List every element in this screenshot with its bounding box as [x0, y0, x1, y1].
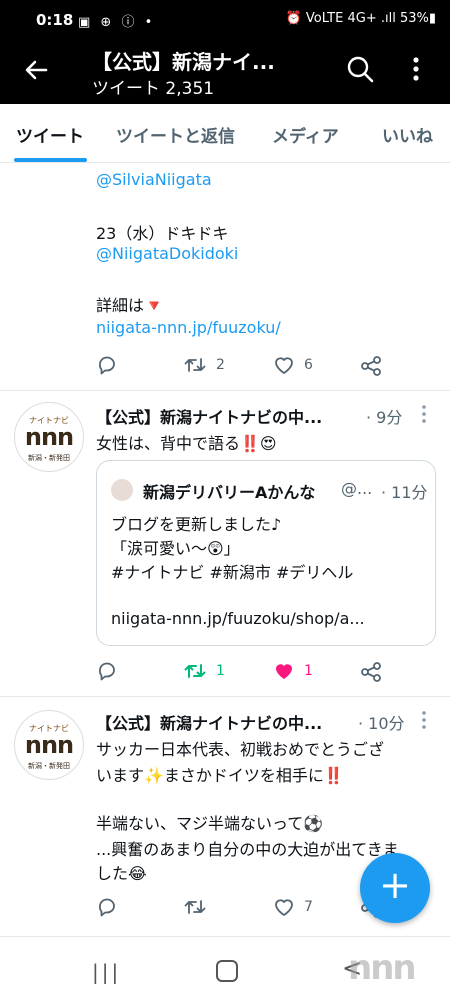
- divider: [0, 696, 450, 697]
- more-options-icon[interactable]: [406, 54, 426, 84]
- quoted-avatar: [111, 479, 133, 501]
- compose-tweet-button[interactable]: +: [360, 853, 430, 923]
- share-icon[interactable]: [360, 355, 382, 381]
- tweet-text: した😂: [96, 864, 147, 883]
- tweet-time: · 9分: [366, 408, 403, 427]
- back-arrow-icon[interactable]: [22, 56, 50, 91]
- quoted-text: ブログを更新しました♪: [111, 515, 282, 534]
- quoted-text: #ナイトナビ #新潟市 #デリヘル: [111, 563, 354, 582]
- watermark-logo: nnn: [348, 948, 417, 988]
- quoted-author: 新潟デリバリーAかんな: [143, 483, 316, 502]
- tab-tweets-and-replies[interactable]: ツイートと返信: [116, 122, 235, 147]
- tab-likes[interactable]: いいね: [382, 122, 433, 147]
- plus-icon: +: [379, 863, 411, 907]
- tweet-text: サッカー日本代表、初戦おめでとうござ: [96, 740, 385, 759]
- avatar[interactable]: ナイトナビ nnn 新潟・新発田: [14, 402, 84, 472]
- tweet-text: ...興奮のあまり自分の中の大迫が出てきま: [96, 840, 399, 859]
- quoted-handle: @...: [341, 479, 373, 498]
- retweet-icon[interactable]: [184, 661, 206, 685]
- reply-icon[interactable]: [97, 897, 117, 921]
- reply-icon[interactable]: [97, 355, 117, 379]
- mention-link[interactable]: @SilviaNiigata: [96, 170, 212, 189]
- like-count: 1: [304, 663, 313, 679]
- share-icon[interactable]: [360, 661, 382, 687]
- tweet-text: 半端ない、マジ半端ないって⚽: [96, 814, 324, 833]
- tweet-more-icon[interactable]: [420, 404, 428, 428]
- quoted-text: 「涙可愛い〜😲」: [111, 539, 240, 558]
- tweet-text: 詳細は🔻: [96, 296, 164, 315]
- url-link[interactable]: niigata-nnn.jp/fuuzoku/: [96, 318, 281, 337]
- like-icon[interactable]: [273, 355, 295, 379]
- home-button[interactable]: [216, 960, 238, 982]
- status-bar: 0:18 ▣ ⊕ ⓘ • ⏰ VoLTE 4G+ .ıll 53%▮: [0, 0, 450, 42]
- logo-text: nnn: [24, 731, 74, 759]
- tab-tweets[interactable]: ツイート: [16, 122, 84, 147]
- reply-icon[interactable]: [97, 661, 117, 685]
- tweet-time: · 10分: [358, 714, 405, 733]
- recent-apps-button[interactable]: |||: [92, 960, 121, 984]
- tweet-author[interactable]: 【公式】新潟ナイトナビの中...: [96, 404, 322, 428]
- quoted-time: · 11分: [381, 483, 428, 502]
- profile-tabs: ツイート ツイートと返信 メディア いいね: [0, 104, 450, 163]
- logo-text: 新潟・新発田: [28, 762, 70, 770]
- app-header: 【公式】新潟ナイ... ツイート 2,351: [0, 42, 450, 104]
- tweet-count: ツイート 2,351: [92, 79, 215, 99]
- like-filled-icon[interactable]: [273, 661, 295, 685]
- tweet-text: 女性は、背中で語る‼️😍: [96, 434, 277, 453]
- quoted-tweet[interactable]: 新潟デリバリーAかんな @... · 11分 ブログを更新しました♪ 「涙可愛い…: [96, 460, 436, 646]
- tweet-text: います✨まさかドイツを相手に‼️: [96, 766, 344, 785]
- active-tab-indicator: [14, 158, 87, 162]
- logo-text: nnn: [24, 423, 74, 451]
- tweet-text: 23（水）ドキドキ: [96, 224, 229, 243]
- mention-link[interactable]: @NiigataDokidoki: [96, 244, 238, 263]
- retweet-icon[interactable]: [184, 897, 206, 921]
- like-icon[interactable]: [273, 897, 295, 921]
- status-indicators: ⏰ VoLTE 4G+ .ıll 53%▮: [285, 11, 436, 26]
- status-time: 0:18: [36, 11, 74, 29]
- divider: [0, 936, 450, 937]
- tweet-more-icon[interactable]: [420, 710, 428, 734]
- search-icon[interactable]: [346, 55, 374, 83]
- quoted-url: niigata-nnn.jp/fuuzoku/shop/a...: [111, 609, 365, 628]
- notification-icons: ▣ ⊕ ⓘ •: [78, 15, 156, 30]
- like-count: 7: [304, 899, 313, 915]
- profile-title: 【公式】新潟ナイ...: [92, 50, 275, 74]
- logo-text: 新潟・新発田: [28, 454, 70, 462]
- tweet-author[interactable]: 【公式】新潟ナイトナビの中...: [96, 710, 322, 734]
- avatar[interactable]: ナイトナビ nnn 新潟・新発田: [14, 710, 84, 780]
- retweet-count: 2: [216, 357, 225, 373]
- tab-media[interactable]: メディア: [272, 122, 339, 147]
- divider: [0, 390, 450, 391]
- retweet-count: 1: [216, 663, 225, 679]
- retweet-icon[interactable]: [184, 355, 206, 379]
- like-count: 6: [304, 357, 313, 373]
